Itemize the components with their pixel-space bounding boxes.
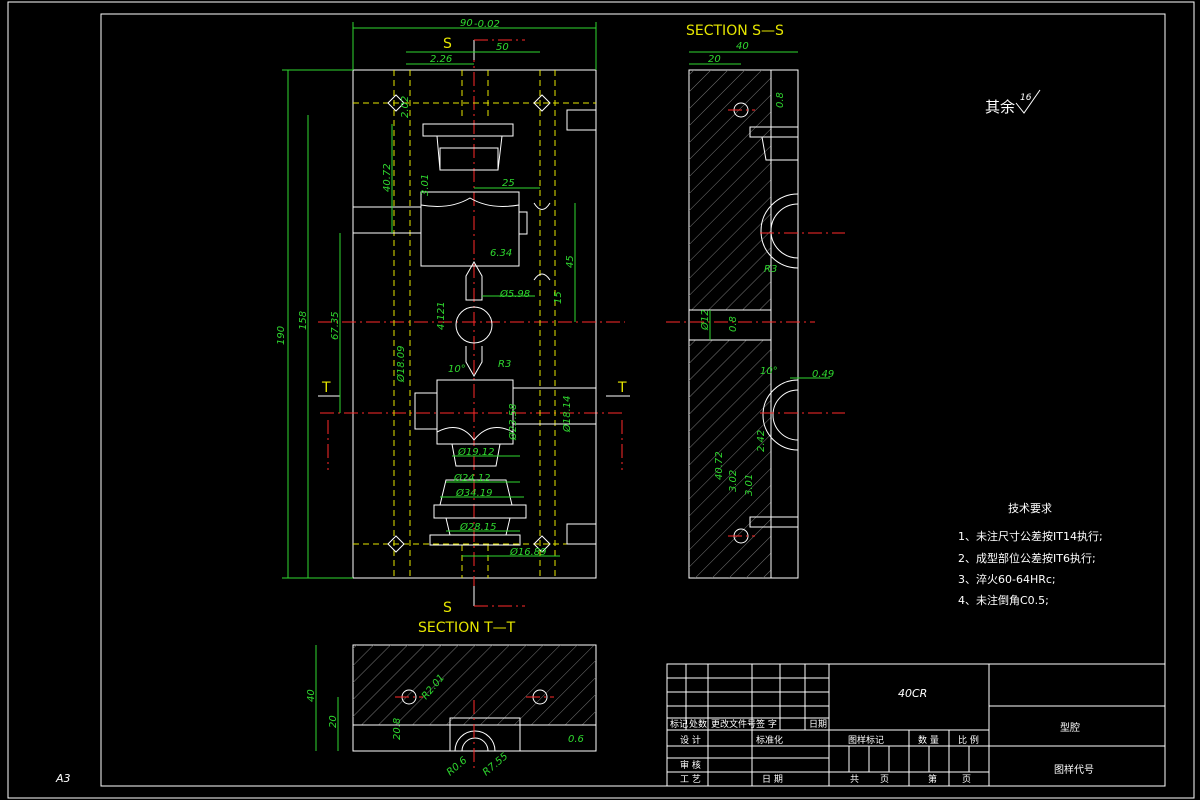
svg-text:数 量: 数 量	[918, 734, 939, 746]
svg-text:标准化: 标准化	[756, 734, 783, 746]
svg-text:Ø12: Ø12	[699, 309, 711, 331]
svg-text:Ø34.19: Ø34.19	[455, 487, 493, 499]
svg-text:Ø18.14: Ø18.14	[561, 396, 573, 434]
svg-text:页: 页	[962, 774, 971, 785]
outer-border	[7, 1, 1195, 799]
svg-text:图样标记: 图样标记	[848, 734, 884, 746]
svg-text:40: 40	[306, 689, 317, 702]
svg-text:Ø24.12: Ø24.12	[453, 472, 491, 484]
main-view: S S T T 90 -0.02 50 2.26 190 158 67.35 4…	[276, 18, 630, 616]
svg-text:0.49: 0.49	[812, 369, 834, 380]
svg-text:25: 25	[502, 178, 515, 189]
svg-text:设 计: 设 计	[680, 734, 701, 746]
svg-text:4.121: 4.121	[436, 301, 447, 330]
svg-text:第: 第	[928, 773, 937, 785]
roughness-symbol: 其余 16	[985, 89, 1041, 116]
section-marker-t-right: T	[617, 380, 627, 396]
svg-text:40.72: 40.72	[714, 451, 725, 480]
svg-text:20.8: 20.8	[392, 718, 403, 740]
section-marker-s-top: S	[443, 36, 452, 52]
svg-text:页: 页	[880, 774, 889, 785]
tech-req-item-3: 3、淬火60-64HRc;	[958, 572, 1056, 586]
svg-text:其余: 其余	[985, 98, 1015, 116]
svg-text:Ø28.15: Ø28.15	[459, 521, 497, 533]
inner-border	[100, 13, 1166, 787]
material-label: 40CR	[898, 687, 927, 700]
svg-text:0.8: 0.8	[728, 316, 739, 332]
tech-req-item-2: 2、成型部位公差按IT6执行;	[958, 551, 1096, 565]
tech-req-heading: 技术要求	[1008, 502, 1052, 515]
svg-text:20: 20	[328, 715, 339, 728]
svg-text:6.34: 6.34	[490, 248, 512, 259]
dim-overall-height: 190	[276, 326, 287, 345]
svg-text:Ø19.12: Ø19.12	[457, 446, 495, 458]
title-block: 标记 处数 更改文件号 签 字 日期 设 计 标准化 审 核 工 艺 日 期 4…	[666, 663, 1166, 787]
svg-text:Ø23.58: Ø23.58	[507, 404, 519, 442]
svg-text:0.8: 0.8	[775, 92, 786, 108]
svg-text:67.35: 67.35	[330, 311, 341, 340]
svg-text:3.01: 3.01	[744, 474, 755, 496]
svg-text:R0.6: R0.6	[445, 755, 470, 778]
svg-text:共: 共	[850, 774, 859, 785]
svg-text:40.72: 40.72	[382, 163, 393, 192]
svg-text:-0.02: -0.02	[474, 19, 500, 30]
svg-text:2.26: 2.26	[430, 54, 452, 65]
svg-text:更改文件号: 更改文件号	[711, 718, 756, 730]
section-s-title: SECTION S—S	[686, 23, 784, 39]
svg-text:0.6: 0.6	[568, 734, 584, 745]
engineering-drawing: A3 S S T T 90 -0.02 50 2.26 190 158 67.3…	[7, 1, 1195, 799]
svg-text:2.02: 2.02	[400, 96, 411, 118]
section-marker-s-bottom: S	[443, 600, 452, 616]
svg-text:R3: R3	[764, 264, 777, 275]
svg-text:处数: 处数	[689, 718, 707, 730]
section-t-title: SECTION T—T	[418, 620, 516, 636]
svg-text:16: 16	[1020, 93, 1032, 103]
svg-text:40: 40	[736, 41, 749, 52]
svg-text:日 期: 日 期	[762, 774, 783, 785]
tech-req-item-4: 4、未注倒角C0.5;	[958, 593, 1049, 607]
svg-text:R3: R3	[498, 359, 511, 370]
svg-text:20: 20	[708, 54, 721, 65]
svg-text:10°: 10°	[760, 366, 778, 377]
svg-text:签 字: 签 字	[756, 718, 777, 730]
dim-main-width: 90	[460, 18, 473, 29]
section-s-view: SECTION S—S 40 20 0.8 Ø12 0.8 10° 0.49 4…	[666, 23, 845, 579]
svg-text:3.01: 3.01	[420, 174, 431, 196]
svg-text:Ø16.89: Ø16.89	[509, 546, 547, 558]
svg-text:工 艺: 工 艺	[680, 774, 701, 785]
part-name: 型腔	[1060, 721, 1080, 734]
svg-text:Ø18.09: Ø18.09	[395, 346, 407, 384]
section-t-view: SECTION T—T 40 20 R2.01 20.8 R0.6 R7.55 …	[306, 620, 597, 778]
svg-text:比 例: 比 例	[958, 734, 979, 746]
svg-text:3.02: 3.02	[728, 470, 739, 492]
svg-text:Ø5.98: Ø5.98	[499, 288, 530, 300]
svg-text:日期: 日期	[809, 719, 827, 730]
svg-text:50: 50	[496, 42, 509, 53]
svg-text:审 核: 审 核	[680, 759, 701, 771]
svg-text:45: 45	[565, 255, 576, 268]
sheet-size-label: A3	[55, 772, 71, 785]
svg-text:2.42: 2.42	[756, 430, 767, 452]
svg-text:158: 158	[298, 311, 309, 330]
svg-text:标记: 标记	[670, 718, 688, 730]
svg-text:R7.55: R7.55	[481, 751, 510, 778]
svg-text:10°: 10°	[448, 364, 466, 375]
technical-requirements: 技术要求 1、未注尺寸公差按IT14执行; 2、成型部位公差按IT6执行; 3、…	[958, 502, 1103, 607]
tech-req-item-1: 1、未注尺寸公差按IT14执行;	[958, 529, 1103, 543]
drawing-number: 图样代号	[1054, 763, 1094, 776]
svg-text:15: 15	[553, 291, 564, 304]
section-marker-t-left: T	[321, 380, 331, 396]
